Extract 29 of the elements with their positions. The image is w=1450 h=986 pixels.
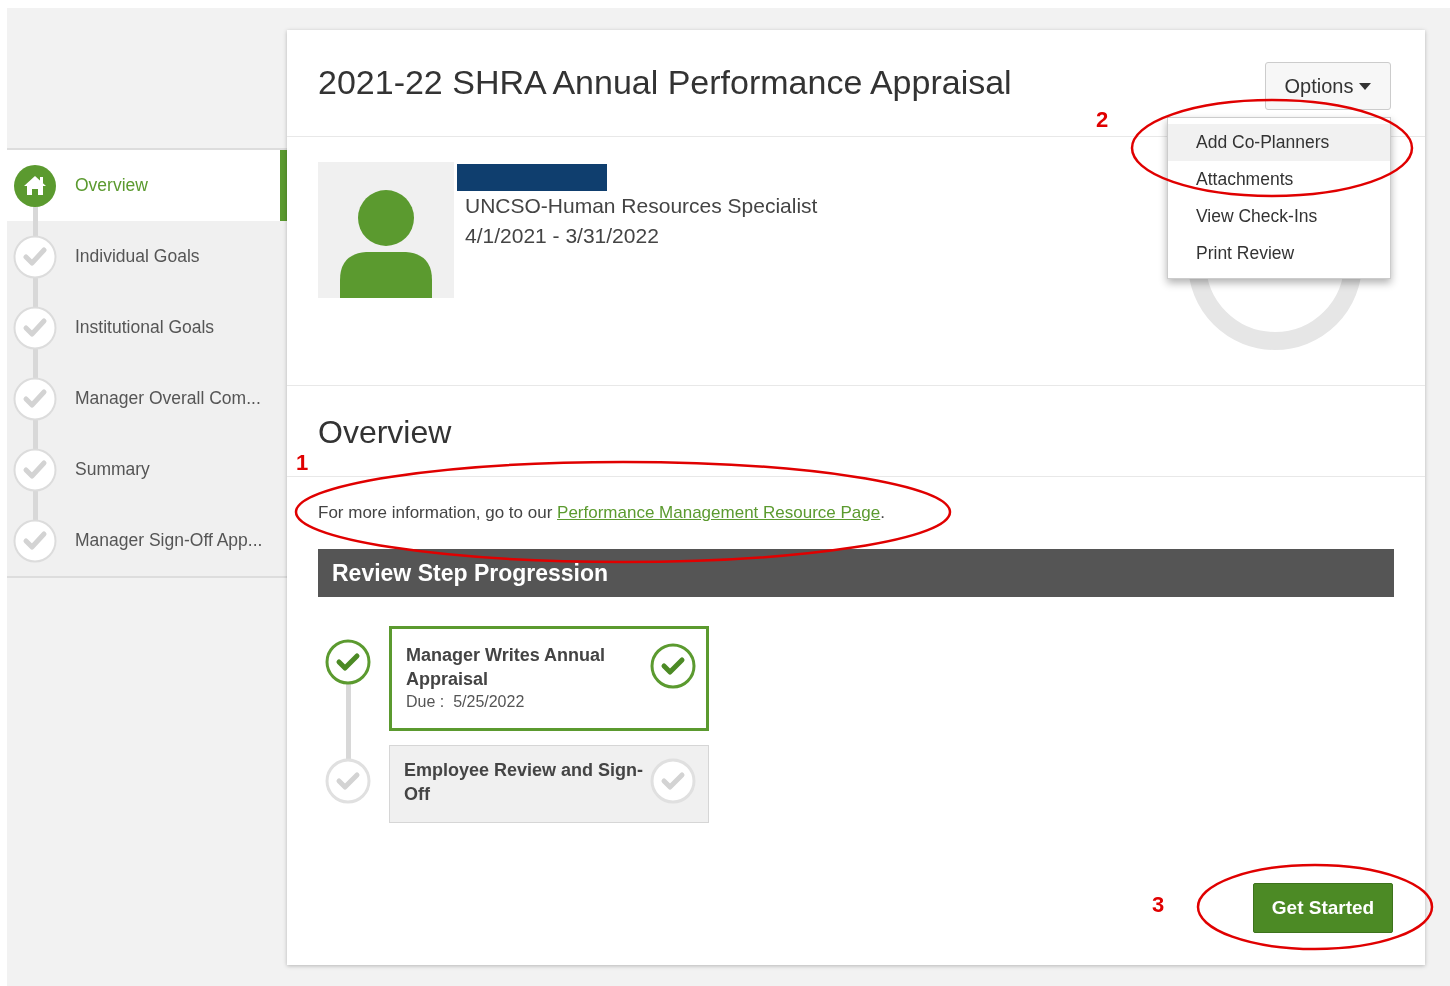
bar-heading: Review Step Progression bbox=[332, 559, 609, 587]
get-started-button[interactable]: Get Started bbox=[1253, 883, 1393, 933]
check-icon bbox=[13, 234, 57, 279]
job-title: UNCSO-Human Resources Specialist bbox=[465, 193, 818, 219]
info-text: For more information, go to our Performance Management Resource Page. bbox=[318, 503, 886, 523]
step-check-icon bbox=[650, 758, 696, 804]
annotation-number: 1 bbox=[296, 450, 309, 476]
check-icon bbox=[13, 447, 57, 492]
page-title: 2021-22 SHRA Annual Performance Appraisal bbox=[318, 63, 1012, 102]
annotation-number: 3 bbox=[1152, 892, 1165, 918]
caret-icon bbox=[1359, 82, 1372, 90]
annotation-number: 2 bbox=[1096, 107, 1109, 133]
menu-item[interactable]: Print Review bbox=[1168, 235, 1390, 272]
options-button[interactable]: Options bbox=[1265, 62, 1391, 110]
menu-item[interactable]: View Check-Ins bbox=[1168, 198, 1390, 235]
check-icon bbox=[13, 305, 57, 350]
resource-link[interactable]: Performance Management Resource Page bbox=[557, 503, 881, 522]
step-check-icon bbox=[650, 643, 696, 689]
check-icon bbox=[13, 518, 57, 563]
step-title: Employee Review and Sign-Off bbox=[404, 759, 644, 806]
check-icon bbox=[13, 376, 57, 421]
menu-item[interactable]: Add Co-Planners bbox=[1168, 124, 1390, 161]
step-title: Manager Writes Annual Appraisal bbox=[406, 644, 607, 691]
home-icon bbox=[13, 163, 57, 208]
menu-item[interactable]: Attachments bbox=[1168, 161, 1390, 198]
sidebar-item[interactable]: Overview bbox=[7, 150, 287, 221]
due-date: Due : 5/25/2022 bbox=[406, 693, 526, 711]
avatar-icon bbox=[318, 162, 454, 298]
review-period: 4/1/2021 - 3/31/2022 bbox=[465, 223, 660, 249]
